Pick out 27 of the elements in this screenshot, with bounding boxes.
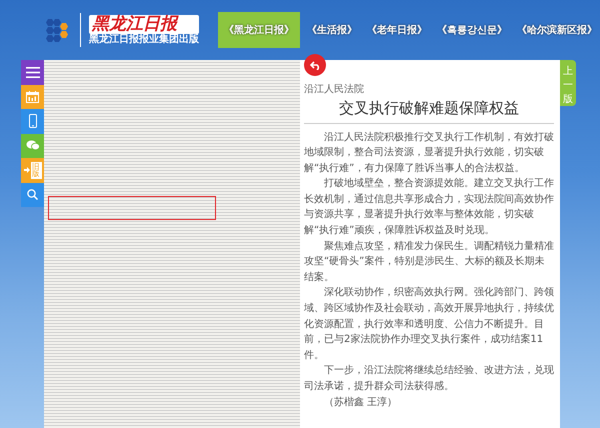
article-kicker: 沿江人民法院 [304,82,365,97]
back-button[interactable] [304,54,326,76]
menu-icon [26,66,40,78]
logo-subtitle: 黑龙江日报报业集团出版 [89,34,199,46]
chat-bubbles-icon [26,140,40,152]
calendar-button[interactable] [21,84,44,109]
calendar-icon [26,90,39,103]
article-paragraph: 深化联动协作，织密高效执行网。强化跨部门、跨领域、跨区域协作及社会联动，高效开展异地执行，持续优化资源配置，执行效率和透明度、公信力不断提升。目前，已与2家法院协作办理交叉执行案件，成功结案11件。 [304,286,554,363]
newspaper-tab[interactable]: 《老年日报》 [364,22,430,38]
article-paragraph: 沿江人民法院积极推行交叉执行工作机制，有效打破地域限制，整合司法资源，显著提升执行效能，切实破解“执行难”，有力保障了胜诉当事人的合法权益。 [304,130,554,176]
wechat-button[interactable] [21,134,44,158]
article-paragraph: 打破地域壁垒，整合资源提效能。建立交叉执行工作长效机制，通过信息共享形成合力，实现法院间高效协作与资源共享，显著提升执行效率与整体效能，切实破解“执行难”顽疾，保障胜诉权益及时兑现。 [304,176,554,238]
newspaper-tab[interactable]: 《흑룡강신문》 [434,22,510,38]
mobile-button[interactable] [21,109,44,134]
article-paragraph: 聚焦难点攻坚，精准发力保民生。调配精锐力量精准攻坚“硬骨头”案件，特别是涉民生、大标的额及长期未结案。 [304,240,554,285]
newspaper-tab[interactable]: 《生活报》 [304,22,360,38]
logo-title: 黑龙江日报 [89,14,199,34]
search-button[interactable] [21,182,44,207]
menu-button[interactable] [21,60,44,84]
return-arrow-icon [310,60,320,70]
newspaper-tab[interactable]: 《哈尔滨新区报》 [514,22,600,38]
arrow-icon [24,167,30,174]
phone-icon [28,114,36,128]
article-title: 交叉执行破解难题保障权益 [304,97,554,124]
article-paragraph: （苏楷鑫 王淳） [323,396,398,410]
article-paragraph: 下一步，沿江法院将继续总结经验、改进方法，兑现司法承诺，提升群众司法获得感。 [304,364,554,394]
search-icon [27,189,38,200]
